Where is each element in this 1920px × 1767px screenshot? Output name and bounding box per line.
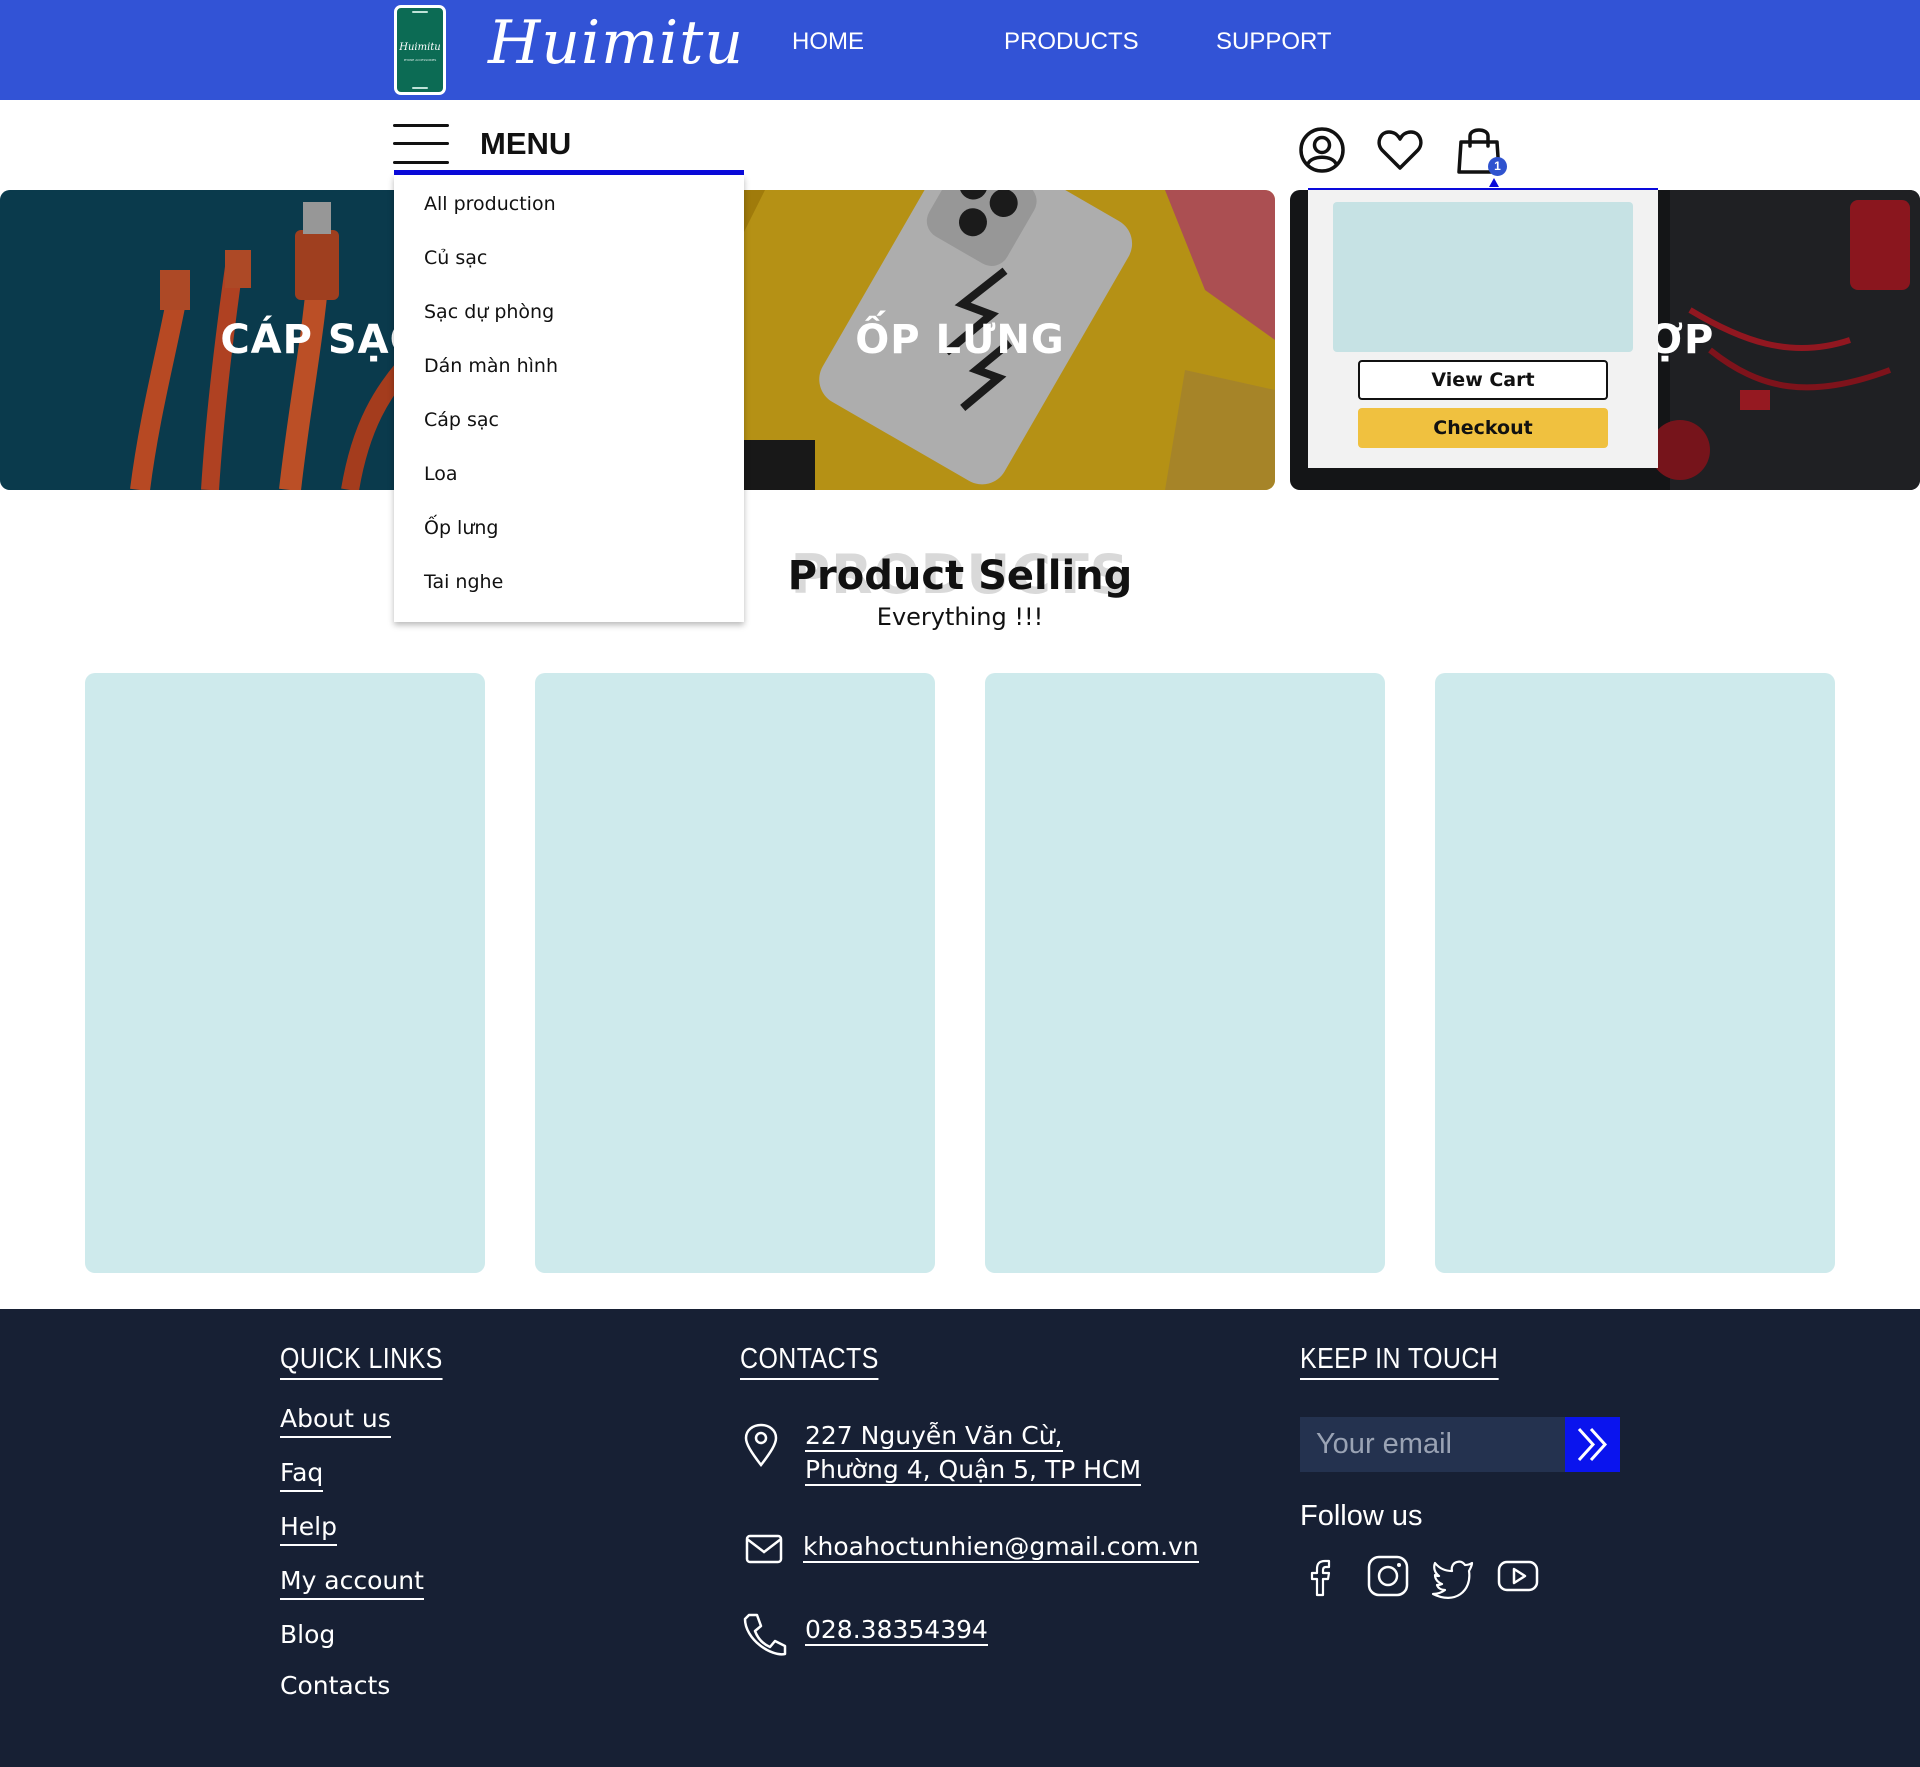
- contact-address-line-1[interactable]: 227 Nguyễn Văn Cừ,: [805, 1419, 1063, 1453]
- product-card[interactable]: [85, 673, 485, 1273]
- menu-item-screen-protectors[interactable]: Dán màn hình: [424, 353, 558, 379]
- menu-item-speakers[interactable]: Loa: [424, 461, 458, 487]
- email-envelope-icon: [745, 1534, 783, 1564]
- section-title: Product Selling: [787, 553, 1133, 599]
- hamburger-menu-icon[interactable]: [393, 124, 449, 164]
- hamburger-line: [393, 142, 449, 145]
- nav-products-link[interactable]: PRODUCTS: [1004, 26, 1139, 58]
- newsletter-email-input[interactable]: [1300, 1417, 1565, 1472]
- newsletter-form: [1300, 1417, 1620, 1472]
- section-subtitle: Everything !!!: [876, 603, 1044, 631]
- account-icon[interactable]: [1296, 124, 1348, 176]
- address-line-2-text: Phường 4, Quận 5, TP HCM: [805, 1455, 1142, 1486]
- wishlist-heart-icon[interactable]: [1374, 124, 1426, 176]
- logo-tagline: PHONE ACCESSORIES: [403, 58, 437, 62]
- footer-link-faq[interactable]: Faq: [280, 1456, 324, 1492]
- footer-link-contacts[interactable]: Contacts: [280, 1669, 390, 1703]
- menu-item-headphones[interactable]: Tai nghe: [424, 569, 503, 595]
- top-navigation-bar: Huimitu PHONE ACCESSORIES Huimitu HOME P…: [0, 0, 1920, 100]
- quick-links-heading: QUICK LINKS: [280, 1341, 443, 1380]
- cart-count-badge: 1: [1488, 157, 1507, 176]
- product-card[interactable]: [985, 673, 1385, 1273]
- location-pin-icon: [744, 1423, 778, 1468]
- footer-link-blog[interactable]: Blog: [280, 1618, 335, 1652]
- logo-home-bar: [412, 87, 428, 89]
- footer-link-help[interactable]: Help: [280, 1510, 337, 1546]
- footer: QUICK LINKS About us Faq Help My account…: [0, 1309, 1920, 1767]
- youtube-icon[interactable]: [1495, 1553, 1541, 1599]
- facebook-icon[interactable]: [1298, 1553, 1344, 1599]
- hamburger-line: [393, 124, 449, 127]
- phone-icon: [743, 1613, 787, 1656]
- brand-name[interactable]: Huimitu: [488, 8, 744, 78]
- footer-link-my-account[interactable]: My account: [280, 1564, 424, 1600]
- logo[interactable]: Huimitu PHONE ACCESSORIES: [394, 5, 446, 95]
- address-line-1-text: 227 Nguyễn Văn Cừ,: [805, 1421, 1063, 1452]
- newsletter-submit-button[interactable]: [1565, 1417, 1620, 1472]
- banner-cap-sac[interactable]: CÁP SẠC: [0, 190, 430, 490]
- double-chevron-right-icon: [1577, 1427, 1608, 1462]
- menu-item-cables[interactable]: Cáp sạc: [424, 407, 499, 433]
- menu-label[interactable]: MENU: [480, 126, 571, 162]
- nav-support-link[interactable]: SUPPORT: [1216, 26, 1332, 58]
- mini-cart-popup: View Cart Checkout: [1308, 188, 1658, 468]
- logo-name: Huimitu: [399, 42, 441, 53]
- keep-in-touch-heading: KEEP IN TOUCH: [1300, 1341, 1499, 1380]
- contact-phone[interactable]: 028.38354394: [805, 1613, 988, 1647]
- cart-popup-caret: [1489, 178, 1499, 187]
- cart-item-thumbnail: [1333, 202, 1633, 352]
- contact-address-line-2[interactable]: Phường 4, Quận 5, TP HCM: [805, 1453, 1142, 1487]
- follow-us-label: Follow us: [1300, 1500, 1423, 1532]
- view-cart-button[interactable]: View Cart: [1358, 360, 1608, 400]
- contacts-heading: CONTACTS: [740, 1341, 879, 1380]
- hamburger-line: [393, 161, 449, 164]
- menu-item-power-banks[interactable]: Sạc dự phòng: [424, 299, 554, 325]
- menu-item-phone-cases[interactable]: Ốp lưng: [424, 515, 498, 541]
- product-card[interactable]: [535, 673, 935, 1273]
- logo-notch: [412, 11, 428, 13]
- contact-email[interactable]: khoahoctunhien@gmail.com.vn: [803, 1530, 1199, 1564]
- nav-home-link[interactable]: HOME: [792, 26, 864, 58]
- footer-link-about-us[interactable]: About us: [280, 1402, 391, 1438]
- product-card[interactable]: [1435, 673, 1835, 1273]
- twitter-icon[interactable]: [1430, 1553, 1476, 1599]
- instagram-icon[interactable]: [1365, 1553, 1411, 1599]
- menu-item-chargers[interactable]: Củ sạc: [424, 245, 487, 271]
- category-dropdown-menu: All production Củ sạc Sạc dự phòng Dán m…: [394, 175, 744, 622]
- menu-item-all-production[interactable]: All production: [424, 191, 556, 217]
- checkout-button[interactable]: Checkout: [1358, 408, 1608, 448]
- banner-label: CÁP SẠC: [220, 317, 420, 363]
- contact-email-text: khoahoctunhien@gmail.com.vn: [803, 1532, 1199, 1563]
- contact-phone-text: 028.38354394: [805, 1615, 988, 1646]
